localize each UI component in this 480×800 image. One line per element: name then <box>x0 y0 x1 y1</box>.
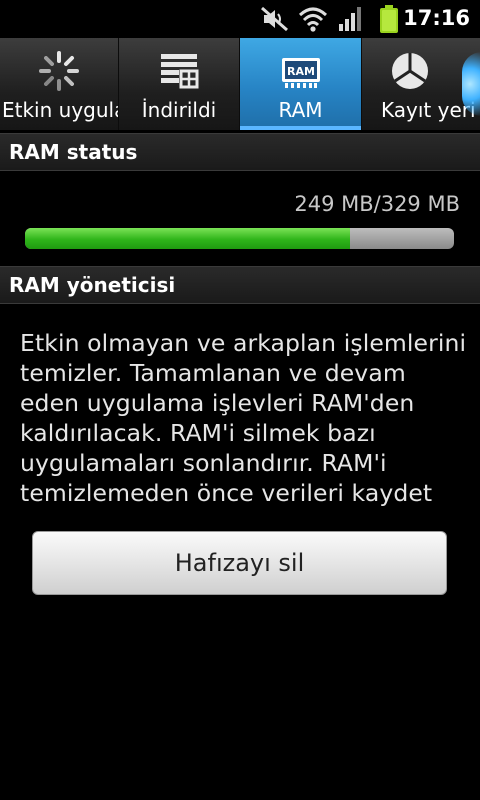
ram-usage-bar <box>25 228 454 249</box>
ram-manager-header: RAM yöneticisi <box>0 266 480 304</box>
ram-chip-text: RAM <box>287 65 315 78</box>
downloads-grid-icon <box>161 54 199 89</box>
pie-chart-icon <box>392 53 428 89</box>
ram-manager-description: Etkin olmayan ve arkaplan işlemlerini te… <box>20 329 467 507</box>
battery-icon <box>380 5 398 33</box>
ram-status-header: RAM status <box>0 133 480 171</box>
tab-active-indicator <box>240 126 361 130</box>
tab-label: İndirildi <box>141 98 217 122</box>
status-bar: 17:16 <box>0 0 480 38</box>
tab-label: Etkin uygulan <box>2 98 118 122</box>
screen: 17:16 Etkin uygulan <box>0 0 480 800</box>
tab-bar: Etkin uygulan İndirildi RAM <box>0 38 480 130</box>
loading-spinner-icon <box>39 51 79 91</box>
mute-icon <box>261 6 288 32</box>
ram-usage-fill <box>25 228 350 249</box>
tab-active-apps[interactable]: Etkin uygulan <box>0 38 119 130</box>
clock: 17:16 <box>403 6 470 30</box>
tab-label: RAM <box>278 98 323 122</box>
signal-icon <box>339 7 361 31</box>
tab-downloaded[interactable]: İndirildi <box>119 38 240 130</box>
scroll-edge-glow <box>462 52 480 116</box>
clear-memory-button[interactable]: Hafızayı sil <box>32 531 447 595</box>
ram-chip-icon: RAM <box>281 58 320 88</box>
wifi-icon <box>298 7 328 32</box>
tab-ram[interactable]: RAM RAM <box>240 38 362 130</box>
ram-usage-text: 249 MB/329 MB <box>294 192 460 216</box>
